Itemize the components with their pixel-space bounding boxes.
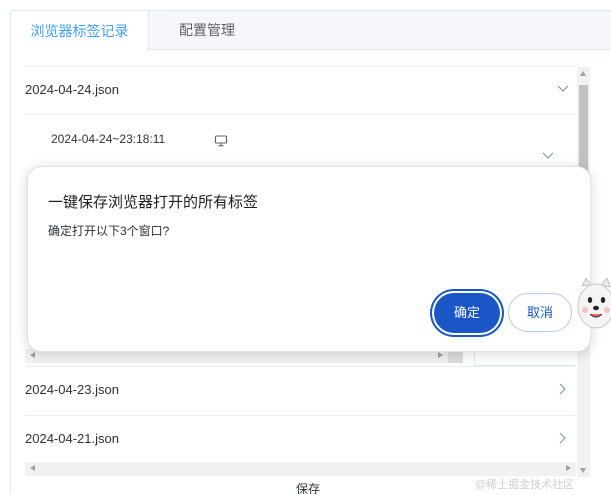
- scroll-up-icon[interactable]: [580, 71, 586, 76]
- tab-browser-tab-records[interactable]: 浏览器标签记录: [10, 10, 149, 51]
- record-row[interactable]: 2024-04-23.json: [25, 366, 575, 414]
- horizontal-scrollbar[interactable]: [25, 462, 576, 476]
- sub-entry-timestamp: 2024-04-24~23:18:11: [51, 132, 166, 146]
- scroll-left-icon[interactable]: [30, 352, 35, 358]
- watermark: @稀土掘金技术社区: [475, 479, 575, 491]
- record-label: 2024-04-24.json: [25, 82, 119, 97]
- dialog-message: 确定打开以下3个窗口?: [48, 224, 170, 238]
- chevron-right-icon[interactable]: [557, 383, 569, 395]
- cancel-button[interactable]: 取消: [508, 293, 572, 332]
- confirm-button[interactable]: 确定: [434, 293, 500, 333]
- dialog-title: 一键保存浏览器打开的所有标签: [48, 194, 259, 211]
- scroll-left-icon[interactable]: [30, 465, 35, 471]
- monitor-icon[interactable]: [214, 134, 228, 147]
- tab-config-management[interactable]: 配置管理: [163, 10, 251, 50]
- chevron-right-icon[interactable]: [557, 432, 569, 444]
- dog-mascot-icon: [576, 276, 611, 340]
- save-button[interactable]: 保存: [296, 480, 320, 494]
- scrollbar-thumb[interactable]: [579, 85, 588, 175]
- record-row[interactable]: 2024-04-24.json: [25, 66, 575, 114]
- confirm-dialog: 一键保存浏览器打开的所有标签 确定打开以下3个窗口? 确定 取消: [27, 166, 591, 352]
- chevron-down-icon[interactable]: [542, 147, 554, 159]
- record-label: 2024-04-23.json: [25, 382, 119, 397]
- tab-bar: 浏览器标签记录 配置管理: [10, 10, 611, 51]
- divider: [25, 114, 575, 115]
- chevron-down-icon[interactable]: [557, 83, 569, 95]
- record-row[interactable]: 2024-04-21.json: [25, 415, 575, 463]
- scroll-right-icon[interactable]: [566, 465, 571, 471]
- record-label: 2024-04-21.json: [25, 431, 119, 446]
- scroll-down-icon[interactable]: [580, 468, 586, 473]
- scroll-right-icon[interactable]: [438, 352, 443, 358]
